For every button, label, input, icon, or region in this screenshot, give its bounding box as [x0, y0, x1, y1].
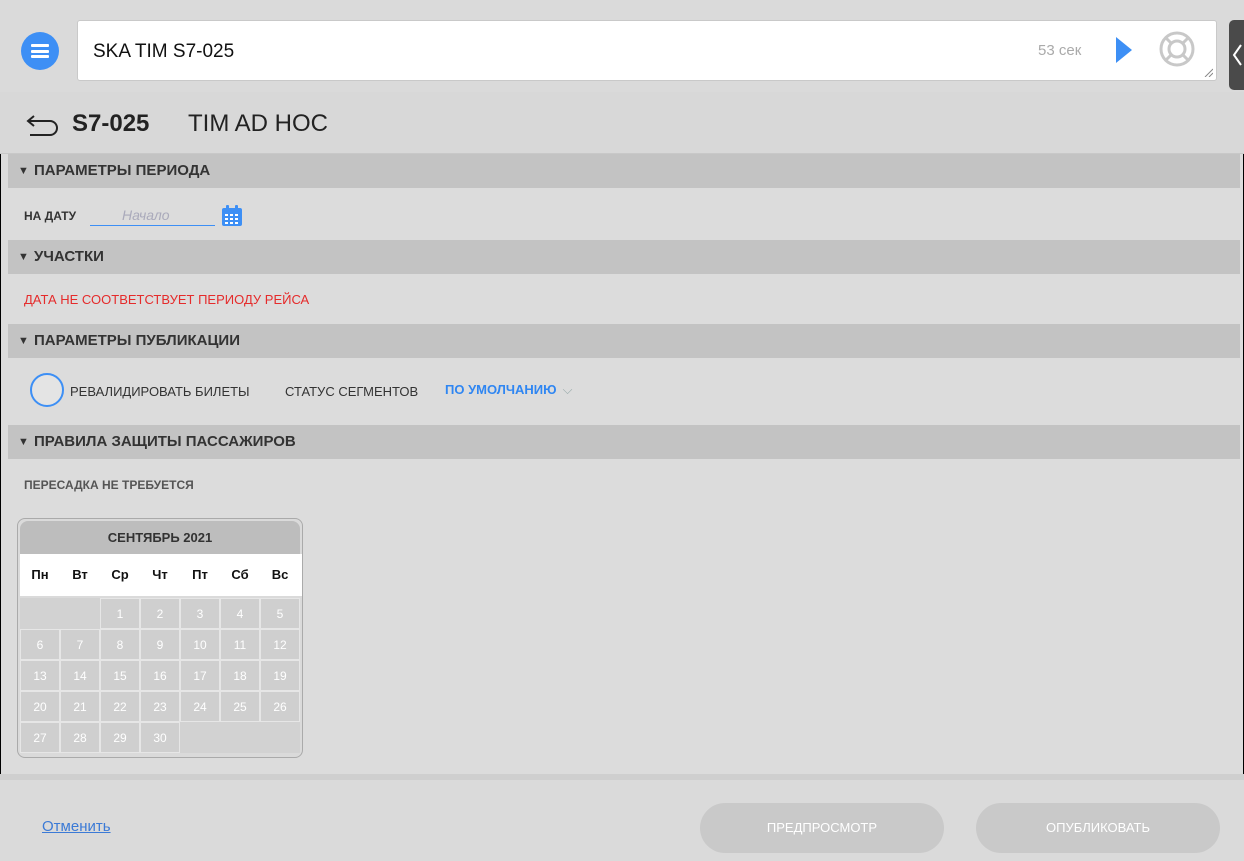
calendar-day[interactable]: 6 [20, 629, 60, 660]
collapse-triangle-icon: ▼ [18, 335, 29, 347]
calendar-day[interactable]: 24 [180, 691, 220, 722]
calendar-day[interactable]: 16 [140, 660, 180, 691]
top-bar: SKA TIM S7-025 53 сек [0, 0, 1244, 92]
hamburger-icon [31, 44, 49, 58]
weekday-label: Вт [72, 567, 88, 582]
calendar-day[interactable]: 26 [260, 691, 300, 722]
calendar-day[interactable]: 14 [60, 660, 100, 691]
segment-status-dropdown[interactable]: ПО УМОЛЧАНИЮ ⌵ [445, 382, 572, 398]
calendar-day[interactable]: 25 [220, 691, 260, 722]
calendar-day[interactable]: 5 [260, 598, 300, 629]
calendar-day[interactable]: 30 [140, 722, 180, 753]
session-timer: 53 сек [1038, 42, 1082, 59]
chevron-left-icon [1232, 44, 1242, 66]
calendar-day[interactable]: 12 [260, 629, 300, 660]
lifebuoy-icon[interactable] [1158, 30, 1196, 68]
transfer-status: ПЕРЕСАДКА НЕ ТРЕБУЕТСЯ [24, 478, 194, 492]
calendar-day[interactable]: 19 [260, 660, 300, 691]
section-protection-header[interactable]: ▼ ПРАВИЛА ЗАЩИТЫ ПАССАЖИРОВ [8, 425, 1240, 459]
weekday-label: Пт [192, 567, 208, 582]
calendar-day[interactable]: 27 [20, 722, 60, 753]
command-text[interactable]: SKA TIM S7-025 [93, 41, 234, 63]
calendar-day[interactable]: 23 [140, 691, 180, 722]
collapse-triangle-icon: ▼ [18, 251, 29, 263]
calendar-day[interactable]: 11 [220, 629, 260, 660]
calendar-day[interactable]: 3 [180, 598, 220, 629]
weekday-label: Ср [111, 567, 129, 582]
calendar-days: 1 2 3 4 5 6 7 8 9 10 11 12 13 14 15 16 17 18 19 20 21 22 23 24 2… [20, 598, 302, 753]
resize-handle-icon[interactable] [1203, 67, 1213, 77]
calendar-day[interactable]: 20 [20, 691, 60, 722]
date-input[interactable]: Начало [90, 204, 215, 226]
calendar-weekdays: Пн Вт Ср Чт Пт Сб Вс [20, 554, 302, 596]
calendar-day[interactable]: 22 [100, 691, 140, 722]
calendar-empty-cell [220, 722, 260, 753]
calendar-day[interactable]: 29 [100, 722, 140, 753]
section-publication-header[interactable]: ▼ ПАРАМЕТРЫ ПУБЛИКАЦИИ [8, 324, 1240, 358]
calendar-day[interactable]: 4 [220, 598, 260, 629]
calendar-day[interactable]: 7 [60, 629, 100, 660]
command-input[interactable]: SKA TIM S7-025 53 сек [77, 20, 1217, 81]
segment-status-label: СТАТУС СЕГМЕНТОВ [285, 384, 419, 399]
calendar-day[interactable]: 15 [100, 660, 140, 691]
page-header: S7-025 TIM AD HOC [0, 92, 1244, 154]
calendar-day[interactable]: 1 [100, 598, 140, 629]
revalidate-label: РЕВАЛИДИРОВАТЬ БИЛЕТЫ [70, 384, 250, 399]
section-segments-title: УЧАСТКИ [34, 248, 104, 265]
send-arrow-icon[interactable] [1116, 37, 1132, 63]
weekday-label: Вс [271, 567, 289, 582]
calendar-day[interactable]: 28 [60, 722, 100, 753]
calendar-day[interactable]: 10 [180, 629, 220, 660]
page-title-code: S7-025 [72, 110, 150, 137]
section-publication-title: ПАРАМЕТРЫ ПУБЛИКАЦИИ [34, 332, 240, 349]
segment-status-value: ПО УМОЛЧАНИЮ [445, 382, 557, 397]
calendar-day[interactable]: 13 [20, 660, 60, 691]
weekday-label: Чт [152, 567, 168, 582]
chevron-down-icon: ⌵ [562, 382, 573, 397]
menu-button[interactable] [21, 32, 59, 70]
calendar-day[interactable]: 9 [140, 629, 180, 660]
weekday-label: Сб [231, 567, 249, 582]
date-label: НА ДАТУ [24, 209, 77, 223]
section-period-title: ПАРАМЕТРЫ ПЕРИОДА [34, 162, 211, 179]
calendar-empty-cell [260, 722, 300, 753]
back-arrow-icon[interactable] [26, 111, 62, 137]
page-title-name: TIM AD HOC [188, 110, 329, 137]
calendar-widget: СЕНТЯБРЬ 2021 Пн Вт Ср Чт Пт Сб Вс 1 2 3 4 5 6 7 8 9 10… [17, 518, 303, 758]
calendar-icon[interactable] [220, 204, 244, 228]
section-period-header[interactable]: ▼ ПАРАМЕТРЫ ПЕРИОДА [8, 154, 1240, 188]
revalidate-radio[interactable] [30, 373, 64, 407]
error-message: ДАТА НЕ СООТВЕТСТВУЕТ ПЕРИОДУ РЕЙСА [24, 292, 310, 307]
calendar-empty-cell [20, 598, 60, 629]
calendar-month: СЕНТЯБРЬ 2021 [20, 521, 300, 554]
section-segments-header[interactable]: ▼ УЧАСТКИ [8, 240, 1240, 274]
collapse-triangle-icon: ▼ [18, 165, 29, 177]
calendar-empty-cell [180, 722, 220, 753]
collapse-triangle-icon: ▼ [18, 436, 29, 448]
cancel-link[interactable]: Отменить [42, 818, 111, 835]
calendar-day[interactable]: 18 [220, 660, 260, 691]
publish-button[interactable]: ОПУБЛИКОВАТЬ [976, 803, 1220, 853]
section-protection-title: ПРАВИЛА ЗАЩИТЫ ПАССАЖИРОВ [34, 433, 296, 450]
preview-button[interactable]: ПРЕДПРОСМОТР [700, 803, 944, 853]
calendar-day[interactable]: 2 [140, 598, 180, 629]
weekday-label: Пн [31, 567, 49, 582]
calendar-day[interactable]: 17 [180, 660, 220, 691]
side-panel-toggle[interactable] [1229, 20, 1244, 90]
calendar-empty-cell [60, 598, 100, 629]
calendar-day[interactable]: 21 [60, 691, 100, 722]
calendar-day[interactable]: 8 [100, 629, 140, 660]
